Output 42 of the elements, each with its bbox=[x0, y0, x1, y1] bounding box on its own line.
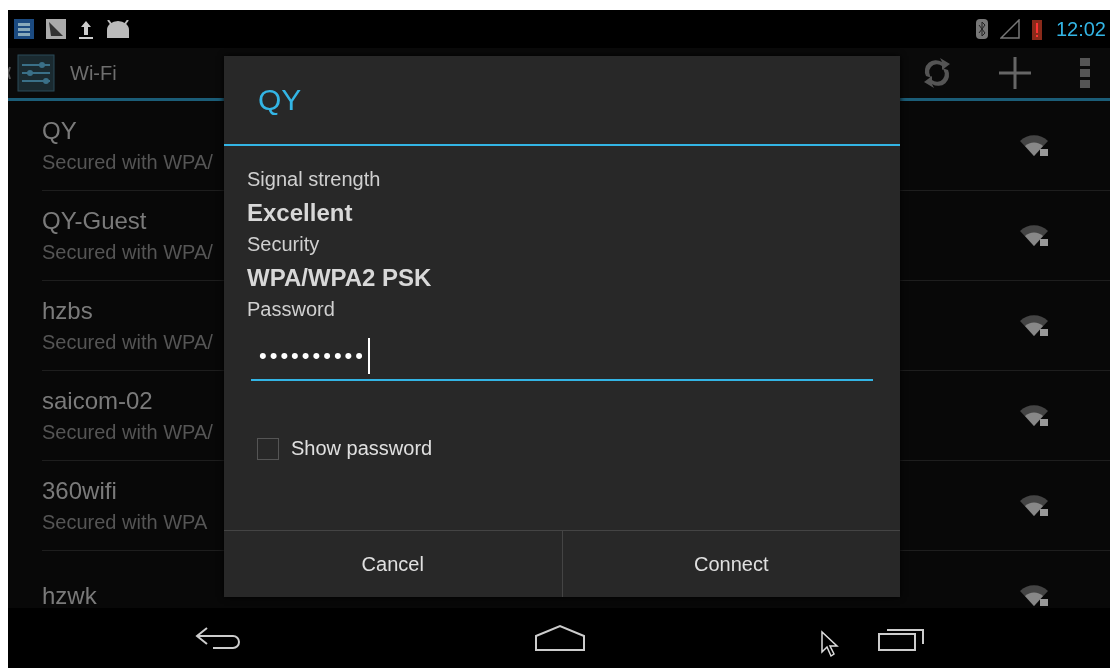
mouse-pointer-icon bbox=[820, 630, 840, 658]
screen-title: Wi-Fi bbox=[70, 61, 117, 85]
field-label: Security bbox=[247, 233, 321, 256]
field-label: Signal strength bbox=[247, 168, 382, 191]
network-security: Secured with WPA/ bbox=[42, 241, 213, 264]
wifi-lock-icon bbox=[1018, 223, 1050, 248]
network-security: Secured with WPA/ bbox=[42, 421, 213, 444]
wifi-lock-icon bbox=[1018, 403, 1050, 428]
image-icon bbox=[46, 19, 66, 39]
wifi-lock-icon bbox=[1018, 313, 1050, 338]
dialog-button[interactable]: Cancel bbox=[224, 531, 562, 597]
network-security: Secured with WPA bbox=[42, 511, 208, 534]
network-name: QY-Guest bbox=[42, 207, 148, 235]
show-password-checkbox[interactable] bbox=[257, 437, 279, 460]
wifi-lock-icon bbox=[1018, 583, 1050, 608]
list-icon bbox=[14, 19, 34, 39]
battery-alert-icon bbox=[1031, 18, 1042, 40]
overflow-menu-icon[interactable] bbox=[1080, 56, 1090, 90]
wifi-lock-icon bbox=[1018, 493, 1050, 518]
network-name: saicom-02 bbox=[42, 387, 154, 415]
android-icon bbox=[106, 20, 130, 38]
dialog-title: QY bbox=[224, 56, 900, 146]
network-name: hzwk bbox=[42, 581, 97, 608]
wifi-lock-icon bbox=[1018, 133, 1050, 158]
network-security: Secured with WPA/ bbox=[42, 151, 213, 174]
network-name: 360wifi bbox=[42, 477, 118, 505]
password-field[interactable]: •••••••••• bbox=[251, 333, 873, 381]
add-icon[interactable] bbox=[998, 56, 1032, 90]
bluetooth-icon bbox=[975, 19, 988, 39]
dialog-button[interactable]: Connect bbox=[561, 531, 900, 597]
clock-time: 12:02 bbox=[1055, 17, 1106, 41]
network-name: hzbs bbox=[42, 297, 94, 325]
network-name: QY bbox=[42, 117, 78, 145]
text-caret bbox=[368, 338, 371, 374]
home-icon[interactable] bbox=[534, 624, 586, 652]
field-value: WPA/WPA2 PSK bbox=[247, 264, 433, 292]
password-label: Password bbox=[247, 298, 336, 321]
field-value: Excellent bbox=[247, 199, 354, 227]
checkbox-label: Show password bbox=[291, 437, 433, 460]
signal-icon bbox=[999, 19, 1020, 39]
network-security: Secured with WPA/ bbox=[42, 331, 213, 354]
upload-icon bbox=[78, 19, 94, 39]
